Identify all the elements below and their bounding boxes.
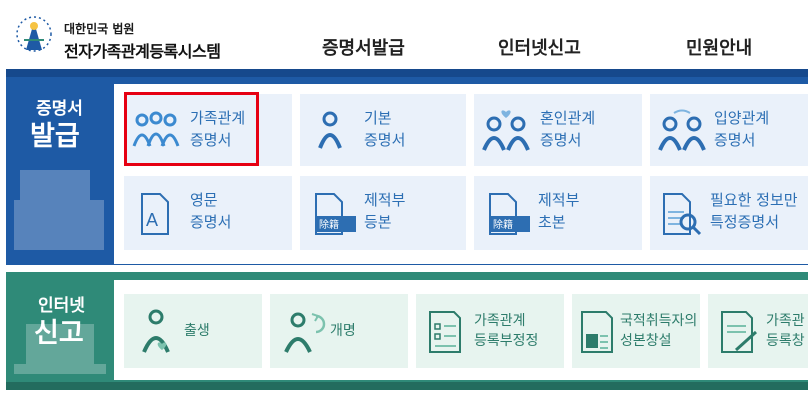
cert-specific[interactable]: 필요한 정보만 특정증명서 bbox=[650, 176, 808, 250]
removed-register-icon: 除籍 bbox=[489, 193, 530, 235]
english-doc-icon: A bbox=[141, 193, 169, 235]
report-label: 출생 bbox=[184, 323, 210, 339]
report-family-register-creation[interactable]: 가족관 등록창 bbox=[708, 294, 808, 368]
cert-label-line1: 혼인관계 bbox=[540, 109, 596, 127]
report-label: 개명 bbox=[330, 323, 356, 339]
cert-label-line2: 증명서 bbox=[714, 131, 756, 149]
cert-label-line1: 입양관계 bbox=[714, 109, 770, 127]
removed-register-icon: 除籍 bbox=[315, 193, 356, 235]
cert-label-line2: 증명서 bbox=[190, 213, 232, 231]
id-card-icon bbox=[581, 311, 613, 353]
cert-label-line1: 제적부 bbox=[364, 191, 406, 209]
magnifier-doc-icon bbox=[663, 193, 702, 236]
report-label-line1: 가족관 bbox=[766, 313, 805, 329]
cert-label-line2: 초본 bbox=[538, 213, 566, 231]
pen-doc-icon bbox=[721, 311, 758, 353]
cert-label-line1: 제적부 bbox=[538, 191, 580, 209]
svg-text:除籍: 除籍 bbox=[493, 218, 513, 231]
nav-certificate[interactable]: 증명서발급 bbox=[322, 34, 405, 60]
cert-removed-register-copy[interactable]: 除籍 제적부 등본 bbox=[300, 176, 466, 250]
cert-label-line2: 등본 bbox=[364, 213, 392, 231]
report-label-line1: 가족관계 bbox=[474, 313, 526, 329]
cert-label-line1: 기본 bbox=[364, 109, 392, 127]
report-side-title-bottom: 신고 bbox=[34, 318, 84, 349]
cert-removed-register-abstract[interactable]: 除籍 제적부 초본 bbox=[474, 176, 642, 250]
report-label-line1: 국적취득자의 bbox=[620, 313, 698, 329]
rename-icon bbox=[284, 312, 326, 353]
form-icon bbox=[429, 311, 461, 353]
org-name: 대한민국 법원 bbox=[64, 22, 135, 36]
cert-english[interactable]: A 영문 증명서 bbox=[124, 176, 292, 250]
svg-text:除籍: 除籍 bbox=[319, 218, 339, 231]
cert-label-line1: 필요한 정보만 bbox=[710, 191, 798, 209]
cert-basic[interactable]: 기본 증명서 bbox=[300, 94, 466, 166]
adoption-icon bbox=[658, 109, 706, 151]
report-family-register-correction[interactable]: 가족관계 등록부정정 bbox=[416, 294, 564, 368]
birth-icon bbox=[142, 309, 170, 353]
printer-icon bbox=[14, 170, 104, 250]
cert-label-line2: 증명서 bbox=[540, 131, 582, 149]
cert-label-line2: 증명서 bbox=[364, 131, 406, 149]
report-rename[interactable]: 개명 bbox=[270, 294, 408, 368]
svg-text:A: A bbox=[146, 210, 158, 230]
nav-civil-guide[interactable]: 민원안내 bbox=[686, 34, 752, 60]
report-birth[interactable]: 출생 bbox=[124, 294, 262, 368]
nav-internet-report[interactable]: 인터넷신고 bbox=[498, 34, 581, 60]
certificate-side-title-bottom: 발급 bbox=[30, 121, 80, 152]
report-label-line2: 성본창설 bbox=[620, 333, 672, 349]
report-label-line2: 등록부정정 bbox=[474, 333, 539, 349]
cert-label-line1: 영문 bbox=[190, 191, 218, 209]
report-label-line2: 등록창 bbox=[766, 333, 805, 349]
cert-label-line2: 특정증명서 bbox=[710, 213, 780, 231]
marriage-icon bbox=[482, 110, 530, 151]
site-header: 대한민국 법원 전자가족관계등록시스템 증명서발급 인터넷신고 민원안내 bbox=[0, 0, 808, 68]
certificate-section-top-bar bbox=[6, 69, 808, 77]
internet-report-bottom-bar bbox=[6, 382, 808, 390]
report-surname-origin-creation[interactable]: 국적취득자의 성본창설 bbox=[572, 294, 700, 368]
person-icon bbox=[318, 111, 342, 149]
system-title[interactable]: 전자가족관계등록시스템 bbox=[64, 38, 221, 62]
cert-marriage[interactable]: 혼인관계 증명서 bbox=[474, 94, 642, 166]
highlight-box bbox=[124, 92, 259, 166]
court-logo-icon[interactable] bbox=[14, 12, 54, 58]
cert-adoption[interactable]: 입양관계 증명서 bbox=[650, 94, 808, 166]
